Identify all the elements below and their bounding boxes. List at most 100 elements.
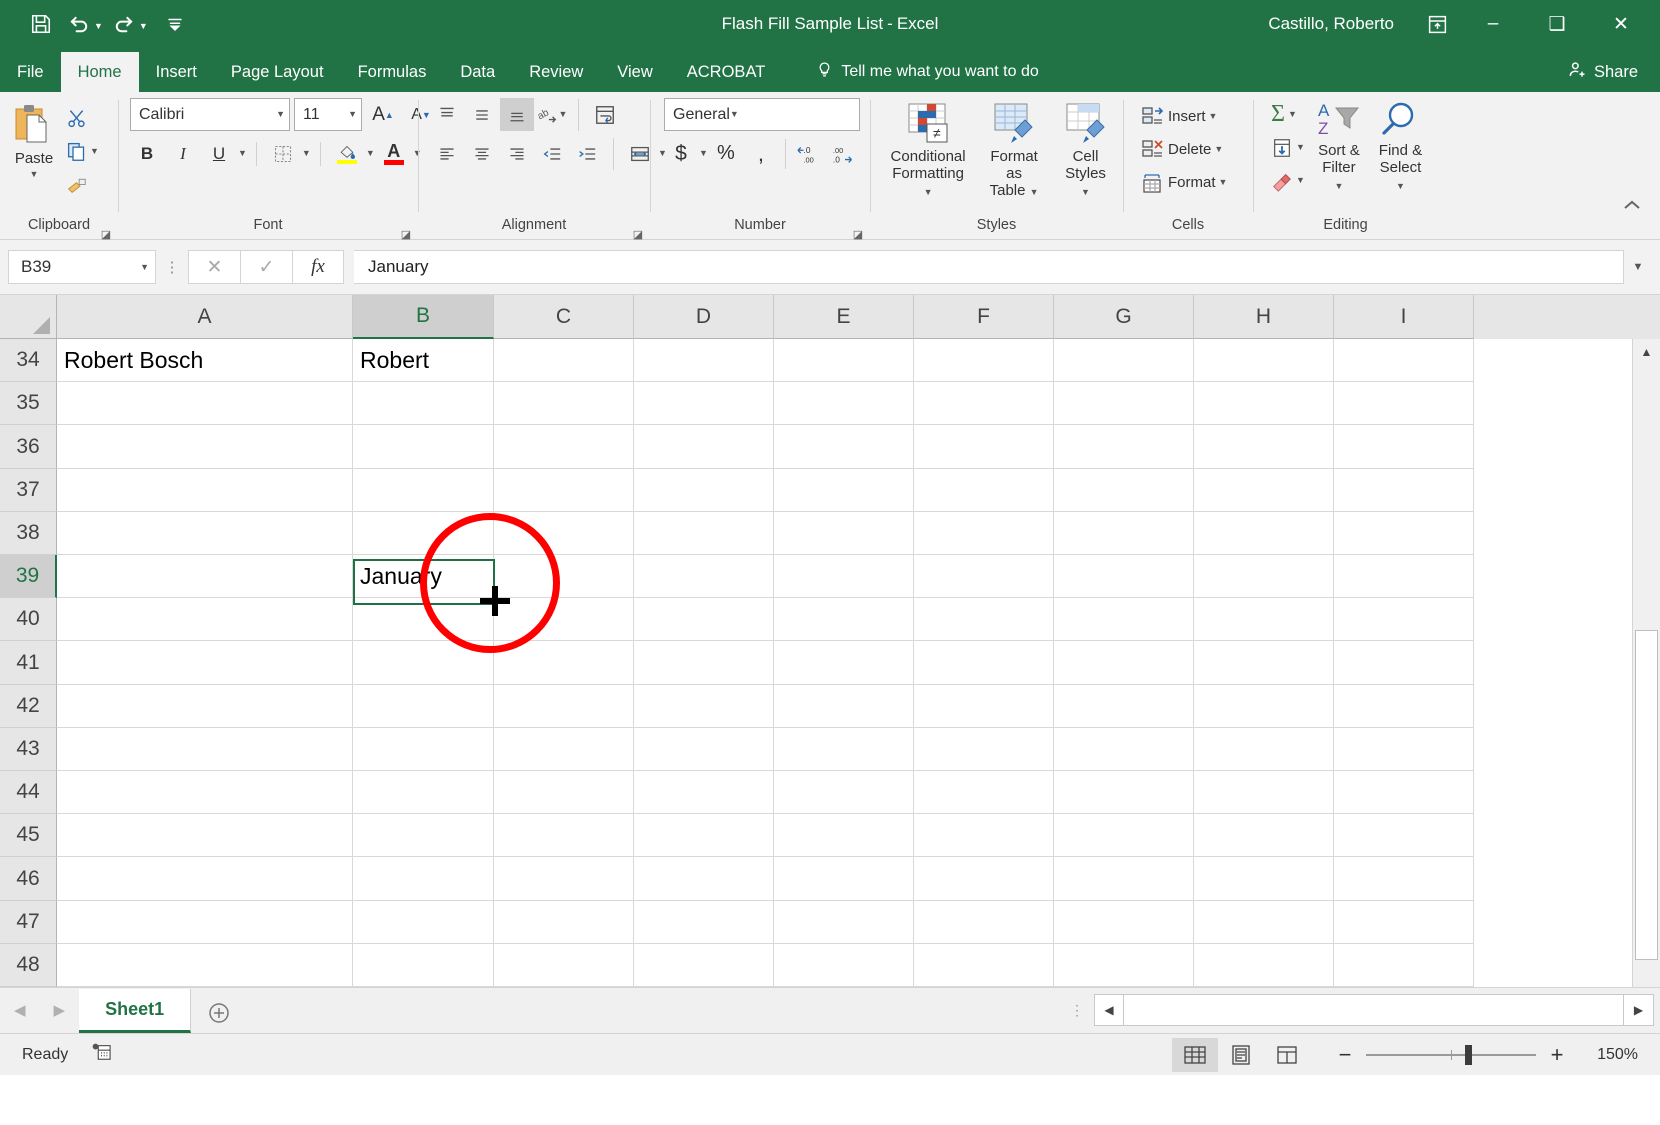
clear-caret-icon[interactable]: ▼	[1296, 176, 1305, 185]
cell-E45[interactable]	[774, 814, 914, 858]
cell-F36[interactable]	[914, 425, 1054, 469]
italic-button[interactable]: I	[166, 137, 200, 170]
column-header-g[interactable]: G	[1054, 295, 1194, 339]
fill-button[interactable]: ▼	[1267, 131, 1309, 164]
maximize-button[interactable]: ❑	[1526, 0, 1588, 48]
autosum-caret-icon[interactable]: ▼	[1288, 110, 1297, 119]
scroll-up-icon[interactable]: ▲	[1633, 339, 1660, 365]
increase-indent-button[interactable]	[570, 137, 604, 170]
vertical-scroll-thumb[interactable]	[1635, 630, 1658, 960]
cell-D36[interactable]	[634, 425, 774, 469]
cell-C34[interactable]	[494, 339, 634, 383]
cell-E36[interactable]	[774, 425, 914, 469]
cell-I45[interactable]	[1334, 814, 1474, 858]
previous-sheet-icon[interactable]: ◀	[14, 1001, 26, 1019]
zoom-level-label[interactable]: 150%	[1574, 1046, 1650, 1064]
cell-C44[interactable]	[494, 771, 634, 815]
borders-caret-icon[interactable]: ▼	[302, 149, 311, 158]
cell-D39[interactable]	[634, 555, 774, 599]
name-box[interactable]: B39 ▼	[8, 250, 156, 284]
cell-C48[interactable]	[494, 943, 634, 987]
bold-button[interactable]: B	[130, 137, 164, 170]
column-header-i[interactable]: I	[1334, 295, 1474, 339]
tab-home[interactable]: Home	[60, 52, 139, 92]
row-header-34[interactable]: 34	[0, 339, 57, 383]
tell-me-search[interactable]: Tell me what you want to do	[816, 52, 1039, 92]
customize-quick-access-icon[interactable]	[158, 7, 192, 41]
zoom-slider-track[interactable]	[1366, 1044, 1536, 1065]
cell-D46[interactable]	[634, 857, 774, 901]
cell-F47[interactable]	[914, 900, 1054, 944]
cell-H43[interactable]	[1194, 727, 1334, 772]
cell-I39[interactable]	[1334, 555, 1474, 599]
cell-A35[interactable]	[57, 382, 353, 426]
tab-file[interactable]: File	[0, 52, 61, 92]
cell-A44[interactable]	[57, 771, 353, 815]
cell-F45[interactable]	[914, 814, 1054, 858]
cell-D43[interactable]	[634, 727, 774, 772]
row-header-40[interactable]: 40	[0, 598, 57, 642]
cell-I36[interactable]	[1334, 425, 1474, 469]
cell-E42[interactable]	[774, 684, 914, 728]
cell-B35[interactable]	[353, 382, 494, 426]
row-header-45[interactable]: 45	[0, 814, 57, 858]
select-all-corner[interactable]	[0, 295, 57, 339]
save-icon[interactable]	[24, 7, 58, 41]
cell-I46[interactable]	[1334, 857, 1474, 901]
row-header-48[interactable]: 48	[0, 943, 57, 987]
minimize-button[interactable]: –	[1462, 0, 1524, 48]
cell-C43[interactable]	[494, 727, 634, 772]
cell-G48[interactable]	[1054, 943, 1194, 987]
vertical-scroll-track[interactable]	[1633, 365, 1660, 987]
bottom-align-button[interactable]	[500, 98, 534, 131]
tab-acrobat[interactable]: ACROBAT	[670, 52, 783, 92]
cell-G34[interactable]	[1054, 339, 1194, 383]
cell-F35[interactable]	[914, 382, 1054, 426]
cell-F48[interactable]	[914, 943, 1054, 987]
cell-H38[interactable]	[1194, 511, 1334, 556]
expand-formula-bar-icon[interactable]: ▼	[1624, 261, 1652, 273]
cell-B45[interactable]	[353, 814, 494, 858]
delete-caret-icon[interactable]: ▼	[1214, 145, 1223, 154]
collapse-ribbon-button[interactable]	[1622, 92, 1660, 239]
enter-checkmark-icon[interactable]: ✓	[240, 250, 292, 284]
cell-H35[interactable]	[1194, 382, 1334, 426]
vertical-scrollbar[interactable]: ▲	[1632, 339, 1660, 987]
cell-D35[interactable]	[634, 382, 774, 426]
clipboard-dialog-launcher[interactable]: ◪	[100, 224, 112, 241]
share-button[interactable]: Share	[1567, 52, 1660, 92]
delete-cells-button[interactable]: Delete ▼	[1137, 133, 1227, 166]
cell-B34[interactable]: Robert	[353, 339, 494, 383]
row-header-47[interactable]: 47	[0, 900, 57, 944]
cell-C47[interactable]	[494, 900, 634, 944]
format-cells-button[interactable]: Format ▼	[1137, 166, 1231, 199]
decrease-indent-button[interactable]	[535, 137, 569, 170]
row-header-41[interactable]: 41	[0, 641, 57, 685]
row-header-46[interactable]: 46	[0, 857, 57, 901]
tab-data[interactable]: Data	[443, 52, 512, 92]
cell-B37[interactable]	[353, 468, 494, 512]
row-header-42[interactable]: 42	[0, 684, 57, 728]
cell-E35[interactable]	[774, 382, 914, 426]
zoom-slider-thumb[interactable]	[1464, 1044, 1472, 1065]
cell-I44[interactable]	[1334, 771, 1474, 815]
format-as-table-button[interactable]: Format as Table ▼	[976, 100, 1052, 201]
row-header-44[interactable]: 44	[0, 771, 57, 815]
row-header-36[interactable]: 36	[0, 425, 57, 469]
row-header-35[interactable]: 35	[0, 382, 57, 426]
cell-B39[interactable]: January	[353, 555, 494, 599]
cell-E40[interactable]	[774, 598, 914, 642]
user-account-name[interactable]: Castillo, Roberto	[1268, 14, 1394, 34]
redo-icon[interactable]	[107, 7, 141, 41]
close-button[interactable]: ✕	[1590, 0, 1652, 48]
font-dialog-launcher[interactable]: ◪	[400, 224, 412, 241]
zoom-out-button[interactable]: −	[1328, 1043, 1362, 1066]
sort-and-filter-button[interactable]: A Z Sort & Filter ▼	[1311, 98, 1367, 195]
sheet-tab-sheet1[interactable]: Sheet1	[79, 989, 192, 1033]
cell-D38[interactable]	[634, 511, 774, 556]
cell-A36[interactable]	[57, 425, 353, 469]
redo-dropdown-caret-icon[interactable]: ▼	[139, 21, 148, 31]
horizontal-scroll-track[interactable]	[1124, 994, 1624, 1026]
cell-C38[interactable]	[494, 511, 634, 556]
increase-font-size-button[interactable]: A ▲	[366, 98, 400, 131]
